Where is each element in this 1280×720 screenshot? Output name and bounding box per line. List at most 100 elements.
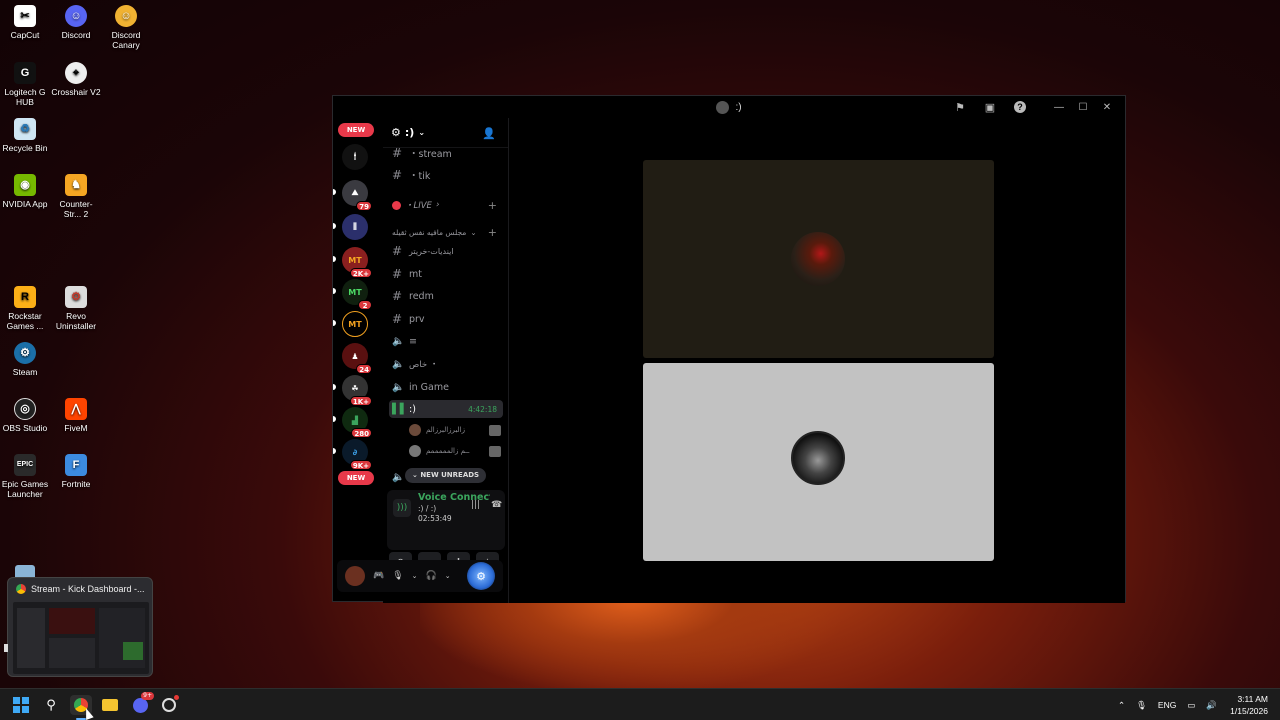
speaker-icon: 🔈 [392,335,405,347]
new-pill-top[interactable]: NEW [338,123,374,137]
desktop-icon-capcut[interactable]: ✂ CapCut [0,5,50,40]
preview-thumbnail[interactable] [13,602,149,674]
game-controller-icon[interactable]: 🎮 [373,571,384,581]
desktop-icon-discord-canary[interactable]: ☺ Discord Canary [101,5,151,50]
language-indicator[interactable]: ENG [1158,700,1176,710]
desktop-icon-obs[interactable]: ◎ OBS Studio [0,398,50,433]
windows-icon [13,697,29,713]
desktop-icon-label: Steam [12,367,38,377]
hash-icon: # [392,312,403,326]
desktop-icon-crosshair[interactable]: ⌖ Crosshair V2 [51,62,101,97]
microphone-icon[interactable]: 🎙 [392,571,403,581]
chevron-down-icon[interactable]: ⌄ [445,572,451,580]
disconnect-icon[interactable]: ☎ [491,500,502,510]
hash-icon: # [392,244,403,258]
new-unreads-button[interactable]: ⌄ NEW UNREADS [405,468,487,483]
add-channel-icon[interactable]: + [488,199,497,212]
mention-badge: 24 [356,364,372,374]
voice-channel-icon-only[interactable]: 🔈 ≡ [389,332,503,350]
title-bar: :) ⚑ ▣ ? — ☐ ✕ [333,96,1125,118]
desktop-icon-revo[interactable]: ⚙ Revo Uninstaller [51,286,101,331]
taskbar-window-preview[interactable]: Stream - Kick Dashboard -... [7,577,153,677]
voice-channel-path[interactable]: :) / :) [418,504,436,513]
search-button[interactable]: ⚲ [41,695,61,715]
desktop-icon-fortnite[interactable]: F Fortnite [51,454,101,489]
desktop-icon-label: Logitech G HUB [4,87,46,107]
minimize-button[interactable]: — [1047,99,1071,115]
server-icon[interactable]: ▟ 280 [342,407,372,438]
add-channel-icon[interactable]: + [488,226,497,239]
channel-prv[interactable]: # prv [389,310,503,328]
category-live[interactable]: ・LIVE › + [389,198,503,212]
desktop-icon-logitech[interactable]: G Logitech G HUB [0,62,50,107]
desktop-icon-discord[interactable]: ☺ Discord [51,5,101,40]
network-icon[interactable]: ▭ [1187,700,1195,711]
desktop-icon-fivem[interactable]: ⋀ FiveM [51,398,101,433]
channel-arabic[interactable]: # اينديات-خريتر [389,242,503,260]
voice-channel-khas[interactable]: 🔈 خاص ・ [389,355,503,373]
voice-user[interactable]: ــم زالمممممم [409,443,501,459]
channel-mt[interactable]: # mt [389,265,503,283]
help-button[interactable]: ? [1005,99,1035,115]
server-icon[interactable]: MT 2K+ [342,247,372,278]
steam-icon: ⚙ [14,342,36,364]
mention-badge: 9K+ [349,460,372,470]
close-button[interactable]: ✕ [1095,99,1119,115]
channel-stream[interactable]: # ・stream [389,144,503,162]
stream-preview-icon [489,424,501,436]
participant-tile[interactable] [643,363,994,561]
category-arabic[interactable]: مجلس مافيه نفس ثقيله ⌄ + [389,225,503,239]
desktop-icon-steam[interactable]: ⚙ Steam [0,342,50,377]
voice-channel-in-game[interactable]: 🔈 in Game [389,378,503,396]
hash-icon: # [392,289,403,303]
microphone-icon[interactable]: 🎙 [1136,700,1147,711]
avatar[interactable] [345,566,365,586]
clock-time: 3:11 AM [1237,694,1268,704]
user-settings-icon[interactable]: ⚙ [467,562,495,590]
desktop-icon-epic[interactable]: EPIC Epic Games Launcher [0,454,50,499]
signal-icon[interactable]: ))) [393,499,411,517]
discord-canary-icon: ☺ [115,5,137,27]
chevron-up-icon[interactable]: ⌃ [1118,700,1125,711]
chevron-down-icon[interactable]: ⌄ [412,572,418,580]
noise-suppression-icon[interactable]: ||| [471,500,480,510]
volume-icon[interactable]: 🔊 [1206,700,1217,711]
avatar [409,445,421,457]
server-icon[interactable]: MT 2 [342,279,372,310]
desktop-icon-nvidia[interactable]: ◉ NVIDIA App [0,174,50,209]
taskbar-crosshair[interactable] [159,695,179,715]
channel-redm[interactable]: # redm [389,287,503,305]
server-icon[interactable]: ∂ 9K+ [342,439,372,470]
mention-badge: 79 [356,201,372,211]
voice-user-name: زالبرزالبرزالم [426,426,465,434]
partial-desktop-icon[interactable] [15,565,35,577]
server-icon[interactable]: ⛰ 79 [342,180,372,211]
server-icon[interactable]: ☘ 1K+ [342,375,372,406]
desktop-icon-rockstar[interactable]: R Rockstar Games ... [0,286,50,331]
server-icon[interactable]: 🕯 [342,144,368,170]
participant-tile[interactable] [643,160,994,358]
server-icon[interactable]: ♟ 24 [342,343,372,374]
voice-user[interactable]: زالبرزالبرزالم [409,422,501,438]
maximize-button[interactable]: ☐ [1071,99,1095,115]
new-pill-bottom[interactable]: NEW [338,471,374,485]
add-user-icon[interactable]: 👤 [482,127,496,140]
channel-tik[interactable]: # ・tik [389,166,503,184]
desktop-icon-counter-strike[interactable]: ♞ Counter-Str... 2 [51,174,101,219]
inbox-icon[interactable]: ▣ [975,99,1005,115]
flag-icon[interactable]: ⚑ [945,99,975,115]
taskbar-discord[interactable]: 9+ [130,692,154,715]
desktop-icon-recycle-bin[interactable]: ♻ Recycle Bin [0,118,50,153]
headphones-icon[interactable]: 🎧 [426,571,437,581]
start-button[interactable] [11,695,31,715]
server-icon[interactable]: ⫼ [342,214,368,240]
channel-name: خاص ・ [409,360,439,370]
voice-channel-active[interactable]: ▌▌ :) 4:42:18 [389,400,503,418]
clock[interactable]: 3:11 AM 1/15/2026 [1230,693,1268,717]
window-title: :) [716,100,742,114]
server-icon[interactable]: MT [342,311,368,337]
revo-icon: ⚙ [65,286,87,308]
taskbar-file-explorer[interactable] [100,695,120,715]
unread-pip [333,189,336,195]
channel-name: ・stream [409,149,452,160]
